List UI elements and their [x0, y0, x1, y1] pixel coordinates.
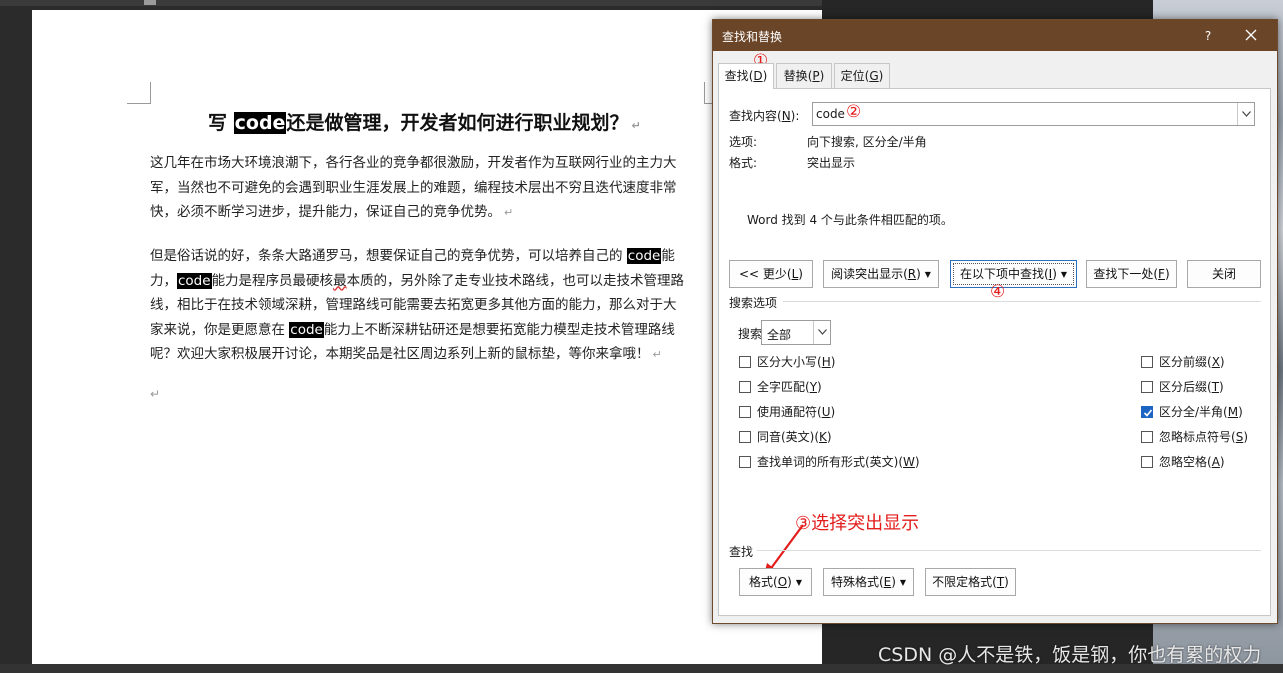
- caret-down-icon: ▼: [899, 578, 907, 587]
- checkbox-box-checked[interactable]: [1141, 406, 1153, 418]
- less-button[interactable]: << 更少(L): [729, 260, 813, 288]
- search-direction-select[interactable]: 全部: [761, 320, 831, 345]
- divider: [757, 550, 1261, 551]
- find-replace-dialog: 查找和替换 ? ① 查找(D) 替换(P) 定位(G) 查找内容(N): cod…: [712, 19, 1278, 624]
- paragraph-1[interactable]: 这几年在市场大环境浪潮下，各行各业的竞争都很激励，开发者作为互联网行业的主力大 …: [150, 151, 705, 225]
- highlighted-match: code: [177, 272, 212, 289]
- checkbox-box[interactable]: [739, 456, 751, 468]
- options-label: 选项:: [729, 135, 758, 149]
- tab-find[interactable]: 查找(D): [718, 63, 774, 89]
- find-section-label: 查找: [729, 545, 754, 559]
- checkbox-box[interactable]: [739, 356, 751, 368]
- close-icon[interactable]: [1237, 24, 1265, 46]
- dialog-titlebar[interactable]: 查找和替换 ?: [713, 20, 1277, 51]
- reading-highlight-button[interactable]: 阅读突出显示(R) ▼: [823, 260, 939, 288]
- close-button[interactable]: 关闭: [1187, 260, 1261, 288]
- annotation-3: ③选择突出显示: [795, 513, 920, 534]
- highlighted-match: code: [626, 248, 662, 264]
- text-line: 力，code能力是程序员最硬核最本质的，另外除了走专业技术路线，也可以走技术管理…: [150, 272, 685, 289]
- caret-down-icon: ▼: [924, 270, 931, 279]
- checkbox-box[interactable]: [739, 381, 751, 393]
- find-next-button[interactable]: 查找下一处(F): [1086, 260, 1177, 288]
- checkbox-box[interactable]: [1141, 356, 1153, 368]
- format-value: 突出显示: [807, 156, 856, 170]
- checkbox-box[interactable]: [1141, 456, 1153, 468]
- highlighted-match: code: [233, 112, 287, 134]
- text-line: 这几年在市场大环境浪潮下，各行各业的竞争都很激励，开发者作为互联网行业的主力大: [150, 155, 677, 171]
- paragraph-2[interactable]: 但是俗话说的好，条条大路通罗马，想要保证自己的竞争优势，可以培养自己的 code…: [150, 244, 705, 367]
- tab-goto[interactable]: 定位(G): [834, 63, 890, 88]
- no-formatting-button[interactable]: 不限定格式(T): [925, 568, 1016, 596]
- scroll-tick: [144, 0, 156, 5]
- help-button[interactable]: ?: [1195, 26, 1221, 46]
- watermark: CSDN @人不是铁，饭是钢，你也有累的权力: [878, 644, 1262, 666]
- annotation-2: ②: [846, 102, 862, 122]
- empty-paragraph-mark: ↵: [150, 387, 161, 401]
- format-button[interactable]: 格式(O) ▼: [739, 568, 812, 596]
- find-what-value: code: [816, 107, 845, 121]
- text-line: 家来说，你是更愿意在 code能力上不断深耕钻研还是想要拓宽能力模型走技术管理路…: [150, 321, 675, 338]
- divider: [783, 301, 1261, 302]
- format-label: 格式:: [729, 156, 758, 170]
- annotation-4: ④: [990, 282, 1006, 302]
- special-button[interactable]: 特殊格式(E) ▼: [823, 568, 914, 596]
- document-page[interactable]: 写 code还是做管理，开发者如何进行职业规划？ ↵ 这几年在市场大环境浪潮下，各…: [32, 10, 822, 664]
- caret-down-icon: ▼: [795, 578, 802, 587]
- text-line: 但是俗话说的好，条条大路通罗马，想要保证自己的竞争优势，可以培养自己的 code…: [150, 248, 675, 264]
- find-what-combobox[interactable]: code: [812, 102, 1255, 126]
- chevron-down-icon[interactable]: [1237, 103, 1254, 125]
- checkbox-box[interactable]: [739, 431, 751, 443]
- find-in-button[interactable]: 在以下项中查找(I) ▼: [950, 260, 1077, 288]
- text-line: 线，相比于在技术领域深耕，管理路线可能需要去拓宽更多其他方面的能力，那么对于大: [150, 297, 677, 313]
- text-line: 快，必须不断学习进步，提升能力，保证自己的竞争优势。 ↵: [150, 204, 514, 220]
- search-direction-value: 全部: [767, 328, 792, 342]
- tab-replace[interactable]: 替换(P): [776, 63, 832, 88]
- result-message: Word 找到 4 个与此条件相匹配的项。: [747, 213, 953, 227]
- return-mark: ↵: [631, 119, 641, 132]
- text-line: 呢？欢迎大家积极展开讨论，本期奖品是社区周边系列上新的鼠标垫，等你来拿哦！ ↵: [150, 346, 662, 362]
- spelling-underline: 最: [333, 272, 347, 289]
- find-tab-panel: 查找内容(N): code ② 选项: 向下搜索, 区分全/半角 格式: 突出显…: [718, 88, 1271, 616]
- search-options-title: 搜索选项: [729, 296, 778, 310]
- options-value: 向下搜索, 区分全/半角: [807, 135, 927, 149]
- document-title: 写 code还是做管理，开发者如何进行职业规划？ ↵: [208, 112, 641, 134]
- checkbox-box[interactable]: [739, 406, 751, 418]
- dialog-title: 查找和替换: [722, 30, 783, 44]
- text-line: 军，当然也不可避免的会遇到职业生涯发展上的难题，编程技术层出不穷且迭代速度非常: [150, 179, 677, 196]
- checkbox-box[interactable]: [1141, 431, 1153, 443]
- caret-down-icon: ▼: [1060, 270, 1068, 279]
- chevron-down-icon[interactable]: [813, 321, 830, 344]
- crop-mark-left: [127, 82, 151, 104]
- highlighted-match: code: [289, 321, 324, 338]
- checkbox-box[interactable]: [1141, 381, 1153, 393]
- find-what-label: 查找内容(N):: [729, 109, 800, 123]
